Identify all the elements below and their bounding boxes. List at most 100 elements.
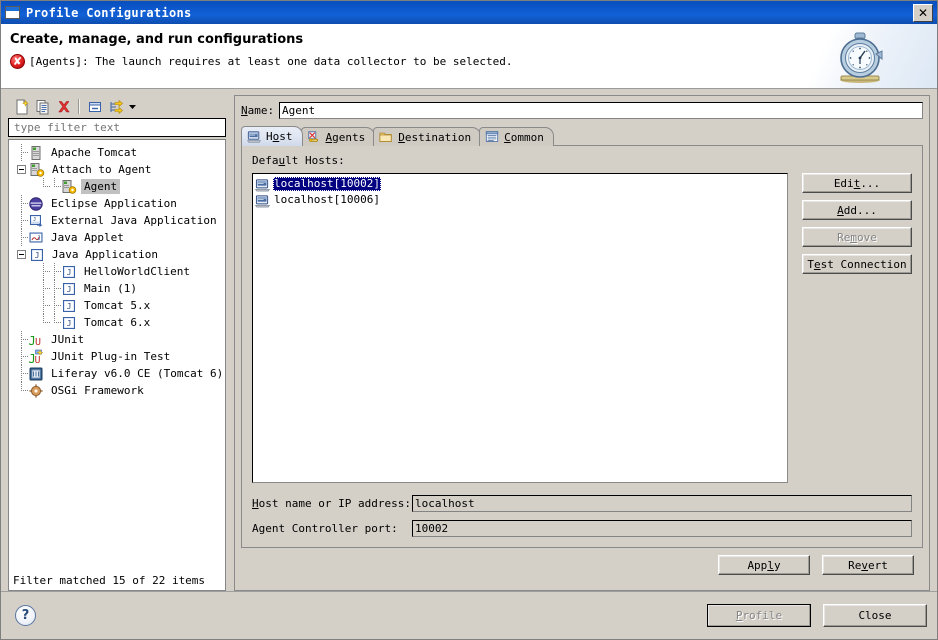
agent-port-field-label: Agent Controller port: <box>252 522 398 535</box>
java-application-icon: J <box>29 247 45 263</box>
configuration-panel: Name: Agent Host Agents Destination Common … <box>234 95 930 591</box>
name-label: Name: <box>241 104 275 117</box>
tree-item-label: Java Applet <box>51 231 124 244</box>
common-list-icon <box>485 130 499 144</box>
tree-item-junit-plug-in-test[interactable]: J U JUnit Plug-in Test <box>9 348 225 366</box>
configuration-name-input[interactable]: Agent <box>279 102 923 119</box>
tree-item-tomcat-5-x[interactable]: J Tomcat 5.x <box>9 297 225 314</box>
tree-guide <box>50 263 61 280</box>
tree-item-label: Main (1) <box>84 282 137 295</box>
test-connection-button[interactable]: Test Connection <box>802 254 912 274</box>
tree-guide <box>39 297 50 314</box>
tree-item-java-application[interactable]: J Java Application <box>9 246 225 263</box>
attach-agent-icon <box>29 162 45 178</box>
tree-item-eclipse-application[interactable]: Eclipse Application <box>9 195 225 212</box>
red-x-delete-icon[interactable] <box>53 97 74 117</box>
tree-item-label: Java Application <box>52 248 158 261</box>
profile-button[interactable]: Profile <box>707 604 811 627</box>
tree-item-main-1[interactable]: J Main (1) <box>9 280 225 297</box>
button-label: Test Connection <box>807 257 907 271</box>
tab-agents[interactable]: Agents <box>300 127 376 146</box>
window-icon <box>5 6 20 19</box>
tree-item-label: JUnit <box>51 333 85 346</box>
tree-guide <box>50 280 61 297</box>
dialog-header-banner: Create, manage, and run configurations ✘… <box>1 24 937 89</box>
host-list-item[interactable]: localhost[10006] <box>255 192 785 208</box>
host-name-field[interactable]: localhost <box>412 495 912 512</box>
profile-configurations-dialog: Profile Configurations ✕ Create, manage,… <box>0 0 938 640</box>
tree-item-apache-tomcat[interactable]: Apache Tomcat <box>9 144 225 161</box>
tree-item-tomcat-6-x[interactable]: J Tomcat 6.x <box>9 314 225 331</box>
tree-item-helloworldclient[interactable]: J HelloWorldClient <box>9 263 225 280</box>
tree-item-label: OSGi Framework <box>51 384 144 397</box>
tree-guide <box>17 382 28 399</box>
validation-message: [Agents]: The launch requires at least o… <box>29 55 513 68</box>
tree-guide <box>17 229 28 246</box>
configuration-editor: Name: Agent Host Agents Destination Common … <box>234 95 930 591</box>
tree-item-external-java-application[interactable]: J External Java Application <box>9 212 225 229</box>
tree-guide <box>17 212 28 229</box>
tab-destination[interactable]: Destination <box>373 127 482 146</box>
java-application-icon: J <box>61 298 77 314</box>
agent-port-field[interactable]: 10002 <box>412 520 912 537</box>
button-label: Edit... <box>833 176 881 190</box>
apply-button[interactable]: Apply <box>718 555 810 575</box>
field-row: Host name or IP address: localhost <box>252 495 912 512</box>
tree-guide <box>17 365 28 382</box>
svg-text:J: J <box>37 235 41 242</box>
tab-label: Agents <box>325 130 366 144</box>
chevron-down-icon[interactable] <box>126 97 138 117</box>
svg-text:J: J <box>35 251 40 260</box>
tree-guide <box>39 263 50 280</box>
tree-expander-icon[interactable] <box>17 250 26 259</box>
svg-text:J: J <box>67 285 72 294</box>
tree-guide <box>17 348 28 365</box>
tree-item-label: Liferay v6.0 CE (Tomcat 6) <box>51 367 224 380</box>
filter-text-box[interactable] <box>8 118 226 137</box>
configurations-tree[interactable]: Apache Tomcat Attach to Agent Agent Eclipse… <box>8 139 226 591</box>
folder-icon <box>379 130 393 144</box>
external-java-icon: J <box>28 213 44 229</box>
close-button[interactable]: Close <box>823 604 927 627</box>
page-title: Create, manage, and run configurations <box>10 32 304 47</box>
button-label: Remove <box>837 230 877 244</box>
dialog-body: Apache Tomcat Attach to Agent Agent Eclipse… <box>1 89 937 591</box>
tree-item-liferay-v6-0-ce-tomcat-6[interactable]: Liferay v6.0 CE (Tomcat 6) <box>9 365 225 382</box>
agent-icon <box>61 179 77 195</box>
close-icon[interactable]: ✕ <box>913 3 933 22</box>
host-list-item[interactable]: localhost[10002] <box>255 176 785 192</box>
tree-item-label: Eclipse Application <box>51 197 177 210</box>
tree-item-junit[interactable]: J U JUnit <box>9 331 225 348</box>
search-input[interactable] <box>12 120 222 135</box>
help-icon[interactable]: ? <box>15 605 36 626</box>
host-computer-icon <box>255 194 270 207</box>
tab-label: Common <box>504 130 544 144</box>
collapse-all-icon[interactable] <box>84 97 105 117</box>
window-title: Profile Configurations <box>26 5 192 20</box>
junit-icon: JU <box>28 332 44 348</box>
svg-text:U: U <box>35 355 41 365</box>
revert-button[interactable]: Revert <box>822 555 914 575</box>
tree-item-osgi-framework[interactable]: OSGi Framework <box>9 382 225 399</box>
tab-host[interactable]: Host <box>241 126 303 146</box>
new-document-icon[interactable] <box>11 97 32 117</box>
stopwatch-icon <box>829 30 891 88</box>
filter-arrow-icon[interactable] <box>105 97 126 117</box>
add-host-button[interactable]: Add... <box>802 200 912 220</box>
tree-item-agent[interactable]: Agent <box>9 178 225 195</box>
configurations-toolbar <box>8 95 226 118</box>
tree-item-attach-to-agent[interactable]: Attach to Agent <box>9 161 225 178</box>
host-detail-fields: Host name or IP address: localhost Agent C… <box>252 495 912 537</box>
tree-item-label: Attach to Agent <box>52 163 152 176</box>
tree-item-label: Agent <box>81 179 121 194</box>
configurations-panel: Apache Tomcat Attach to Agent Agent Eclipse… <box>8 95 226 591</box>
host-tab-panel: Default Hosts: localhost[10002] localhost… <box>241 145 923 548</box>
tree-expander-icon[interactable] <box>17 165 26 174</box>
tab-label: Host <box>266 130 293 143</box>
tree-item-java-applet[interactable]: J Java Applet <box>9 229 225 246</box>
edit-host-button[interactable]: Edit... <box>802 173 912 193</box>
host-list-item-label: localhost[10006] <box>274 193 380 206</box>
default-hosts-list[interactable]: localhost[10002] localhost[10006] <box>252 173 788 483</box>
copy-document-icon[interactable] <box>32 97 53 117</box>
tab-common[interactable]: Common <box>479 127 554 146</box>
